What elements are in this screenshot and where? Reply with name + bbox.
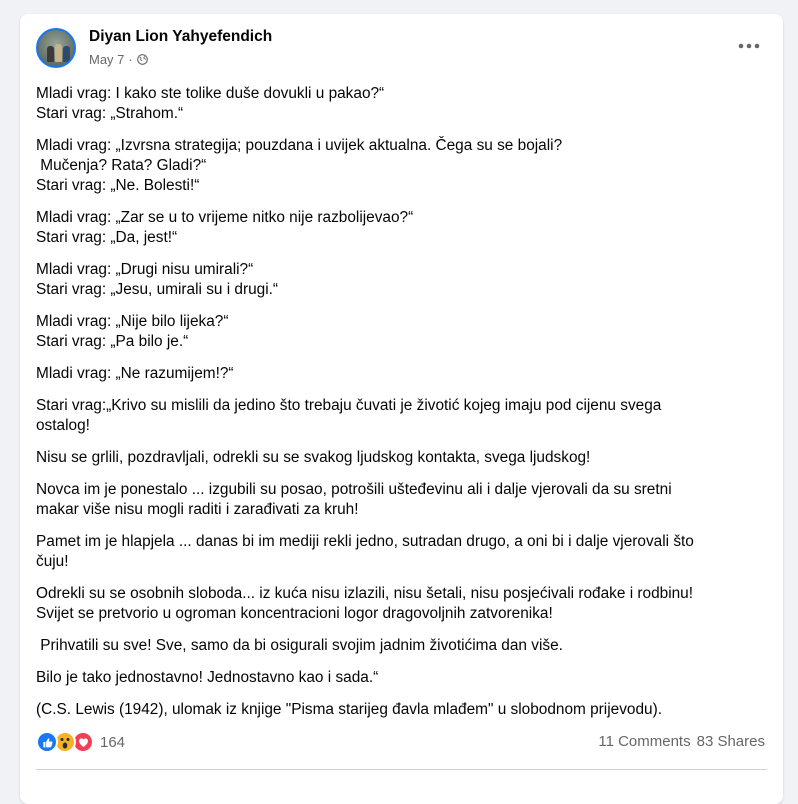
post-paragraph: Bilo je tako jednostavno! Jednostavno ka…	[36, 669, 379, 686]
globe-icon	[136, 54, 148, 65]
avatar[interactable]	[36, 28, 76, 68]
more-options-icon[interactable]	[737, 38, 761, 54]
post-paragraph: Mladi vrag: „Ne razumijem!?“	[36, 365, 234, 382]
shares-count[interactable]: 83 Shares	[697, 733, 765, 750]
reactions-summary[interactable]: 164	[36, 731, 125, 753]
post-body: Mladi vrag: I kako ste tolike duše dovuk…	[36, 84, 771, 732]
post-paragraph: Mladi vrag: „Drugi nisu umirali?“ Stari …	[36, 261, 279, 298]
avatar-figure	[55, 44, 62, 62]
post-paragraph: Novca im je ponestalo ... izgubili su po…	[36, 481, 672, 518]
post-stats: 11 Comments 83 Shares	[598, 733, 765, 750]
post-paragraph: Mladi vrag: „Zar se u to vrijeme nitko n…	[36, 209, 414, 246]
post-meta: May 7 ·	[89, 52, 148, 67]
post-paragraph: Mladi vrag: „Izvrsna strategija; pouzdan…	[36, 137, 563, 194]
post-paragraph: Pamet im je hlapjela ... danas bi im med…	[36, 533, 694, 570]
comments-count[interactable]: 11 Comments	[598, 733, 690, 750]
avatar-figure	[47, 46, 54, 62]
post-paragraph: Odrekli su se osobnih sloboda... iz kuća…	[36, 585, 694, 622]
post-paragraph: (C.S. Lewis (1942), ulomak iz knjige "Pi…	[36, 701, 662, 718]
like-icon	[36, 731, 58, 753]
post-paragraph: Nisu se grlili, pozdravljali, odrekli su…	[36, 449, 591, 466]
meta-separator: ·	[128, 52, 133, 67]
post-paragraph: Stari vrag:„Krivo su mislili da jedino š…	[36, 397, 662, 434]
post-paragraph: Mladi vrag: I kako ste tolike duše dovuk…	[36, 85, 385, 122]
author-name[interactable]: Diyan Lion Yahyefendich	[89, 28, 272, 46]
post-paragraph: Mladi vrag: „Nije bilo lijeka?“ Stari vr…	[36, 313, 229, 350]
divider	[36, 769, 767, 770]
reaction-count: 164	[100, 733, 126, 751]
post-card: Diyan Lion Yahyefendich May 7 · Mladi vr…	[20, 14, 783, 804]
post-date[interactable]: May 7	[89, 52, 124, 67]
post-paragraph: Prihvatili su sve! Sve, samo da bi osigu…	[36, 637, 563, 654]
avatar-figure	[63, 46, 70, 62]
